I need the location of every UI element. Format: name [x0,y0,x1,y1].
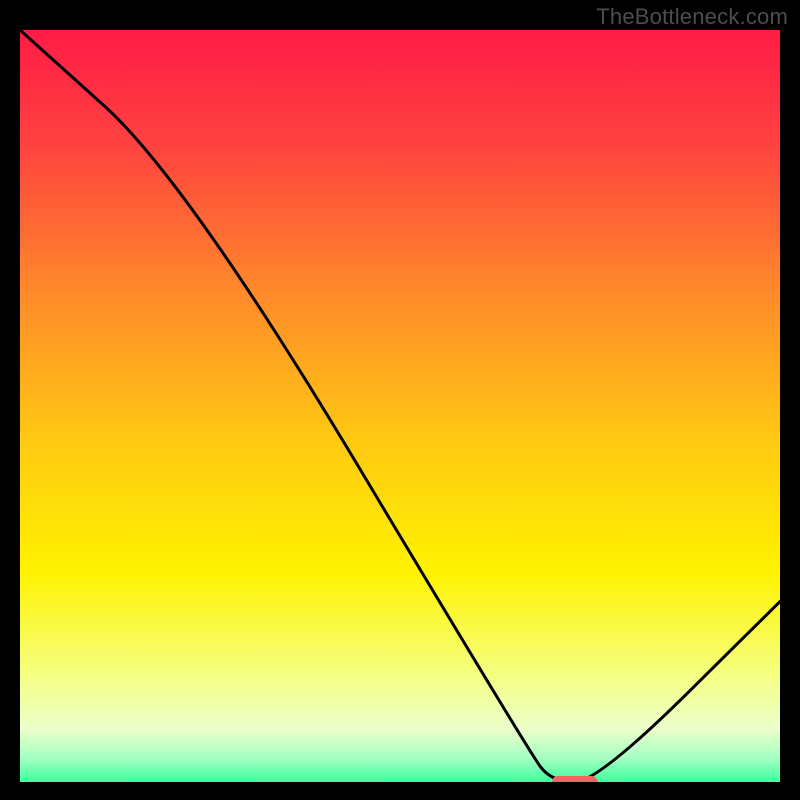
chart-frame: TheBottleneck.com [0,0,800,800]
gradient-background [20,30,780,782]
optimum-marker [552,776,598,782]
watermark-text: TheBottleneck.com [596,4,788,30]
chart-svg [20,30,780,782]
plot-area [20,30,780,782]
